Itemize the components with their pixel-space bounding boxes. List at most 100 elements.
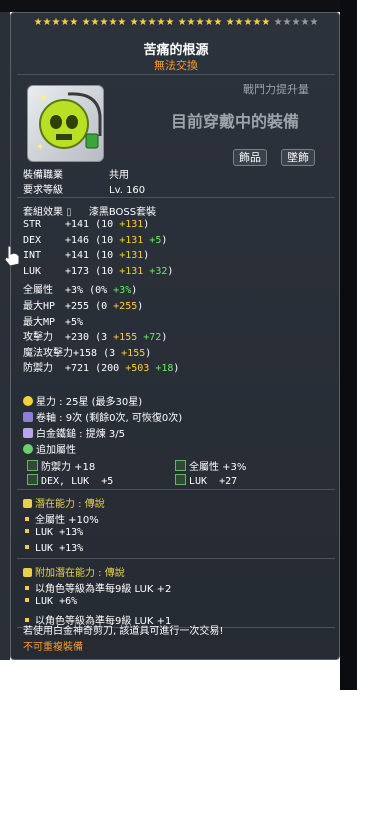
stat-base: +141 — [65, 219, 90, 230]
stat-close: ) — [161, 332, 168, 343]
stat-base: +141 — [65, 250, 90, 261]
potential-line: 全屬性 +10% — [23, 511, 99, 526]
set-label: 套組效果 — [23, 207, 63, 218]
potential-text: LUK +13% — [35, 527, 84, 538]
job-value: 共用 — [109, 170, 129, 181]
bonus-label: 追加屬性 — [36, 445, 76, 456]
trade-status: 無法交換 — [154, 59, 198, 72]
divider — [17, 74, 335, 75]
stat-base: +173 — [65, 266, 90, 277]
bonus-left: DEX, LUK +5 — [41, 476, 114, 487]
stat-base-part: (200 — [95, 363, 126, 374]
tag-accessory: 飾品 — [233, 149, 267, 166]
potential-text: 全屬性 +10% — [35, 515, 99, 526]
svg-text:✦: ✦ — [38, 91, 48, 105]
stat-base: +3% — [65, 285, 84, 296]
stat-row: LUK +173 (10 +131 +32) — [23, 266, 173, 277]
background-right-strip — [340, 0, 357, 690]
item-icon-frame: ✦ ✦ — [27, 85, 104, 162]
stars-empty: ★★★★★ — [273, 17, 319, 28]
bonus-right: 全屬性 +3% — [189, 462, 247, 473]
bonus-stat-icon — [23, 444, 33, 454]
stat-extra: +3% — [113, 285, 132, 296]
level-row: 要求等級 Lv. 160 — [23, 181, 145, 196]
additional-text: LUK +6% — [35, 596, 78, 607]
stat-close: ) — [167, 266, 174, 277]
bonus-row: 追加屬性 — [23, 441, 76, 456]
divider — [17, 558, 335, 559]
stat-base: +158 — [73, 348, 98, 359]
set-row: 套組效果 ▯ 漆黑BOSS套裝 — [23, 203, 156, 218]
stat-close: ) — [173, 363, 180, 374]
stat-row: STR +141 (10 +131) — [23, 219, 149, 230]
potential-header: 潛在能力 : 傳說 — [23, 495, 105, 510]
job-row: 裝備職業 共用 — [23, 166, 129, 181]
job-label: 裝備職業 — [23, 170, 63, 181]
additional-potential-header: 附加潛在能力 : 傳說 — [23, 564, 125, 579]
stat-star: +131 — [119, 219, 144, 230]
scroll-icon — [23, 412, 33, 422]
potential-line: LUK +13% — [23, 527, 83, 538]
stat-name: LUK — [23, 266, 42, 277]
hammer-row: 白金鐵鎚 : 提煉 3/5 — [23, 425, 125, 440]
stat-row: DEX +146 (10 +131 +5) — [23, 235, 167, 246]
stat-name: 魔法攻擊力 — [23, 348, 73, 359]
bonus-tier-icon — [175, 474, 186, 485]
bonus-right: LUK +27 — [189, 476, 238, 487]
stat-row: 攻擊力 +230 (3 +155 +72) — [23, 328, 167, 343]
stat-base-part: (10 — [95, 235, 120, 246]
divider — [17, 489, 335, 490]
stat-star: +155 — [121, 348, 146, 359]
bonus-tier-icon — [27, 460, 38, 471]
bonus-line: 全屬性 +3% — [175, 458, 246, 473]
divider — [17, 197, 335, 198]
stat-row: 防禦力 +721 (200 +503 +18) — [23, 359, 179, 374]
stat-name: STR — [23, 219, 42, 230]
stat-base-part: (3 — [103, 348, 122, 359]
bullet-icon — [25, 517, 29, 521]
stat-extra: +5 — [143, 235, 162, 246]
level-label: 要求等級 — [23, 185, 63, 196]
tag-pendant: 墜飾 — [281, 149, 315, 166]
bonus-line: LUK +27 — [175, 474, 237, 487]
stat-extra: +18 — [149, 363, 174, 374]
scroll-row: 卷軸 : 9次 (剩餘0次, 可恢復0次) — [23, 409, 182, 424]
additional-line: LUK +6% — [23, 596, 77, 607]
stat-row: 最大MP +5% — [23, 313, 89, 328]
stat-base: +255 — [65, 301, 90, 312]
set-info-icon: ▯ — [63, 207, 75, 218]
stat-star: +131 — [119, 250, 144, 261]
starforce-text: 星力 : 25星 (最多30星) — [36, 397, 143, 408]
bonus-left: 防禦力 +18 — [41, 462, 96, 473]
stat-base: +146 — [65, 235, 90, 246]
stat-close: ) — [161, 235, 168, 246]
stat-close: ) — [143, 219, 150, 230]
stat-base-part: (3 — [95, 332, 114, 343]
currently-equipped-label: 目前穿戴中的裝備 — [171, 112, 300, 131]
stat-extra: +32 — [143, 266, 168, 277]
combat-power-label: 戰鬥力提升量 — [243, 83, 309, 96]
star-rating: ★★★★★ ★★★★★ ★★★★★ ★★★★★ ★★★★★ ★★★★★ — [11, 17, 341, 28]
stat-name: DEX — [23, 235, 42, 246]
legendary-badge-icon — [23, 499, 32, 508]
stat-close: ) — [143, 250, 150, 261]
stat-row: 魔法攻擊力+158 (3 +155) — [23, 344, 151, 359]
svg-text:✦: ✦ — [36, 142, 44, 153]
scissors-note: 若使用白金神奇剪刀, 該道具可進行一次交易! — [23, 626, 224, 637]
star-icon — [23, 396, 33, 406]
stat-star: +503 — [125, 363, 150, 374]
item-name: 苦痛的根源 — [143, 43, 209, 58]
potential-label: 潛在能力 : 傳說 — [35, 499, 105, 510]
hammer-icon — [23, 428, 33, 438]
stat-base-part: (10 — [95, 266, 120, 277]
stat-star: +255 — [113, 301, 138, 312]
stat-star: +131 — [119, 235, 144, 246]
stat-name: INT — [23, 250, 42, 261]
additional-line: 以角色等級為準每9級 LUK +2 — [23, 580, 171, 595]
bonus-tier-icon — [175, 460, 186, 471]
stat-name: 最大HP — [23, 301, 56, 312]
bullet-icon — [25, 586, 29, 590]
legendary-badge-icon — [23, 568, 32, 577]
bullet-icon — [25, 545, 29, 549]
bullet-icon — [25, 598, 29, 602]
